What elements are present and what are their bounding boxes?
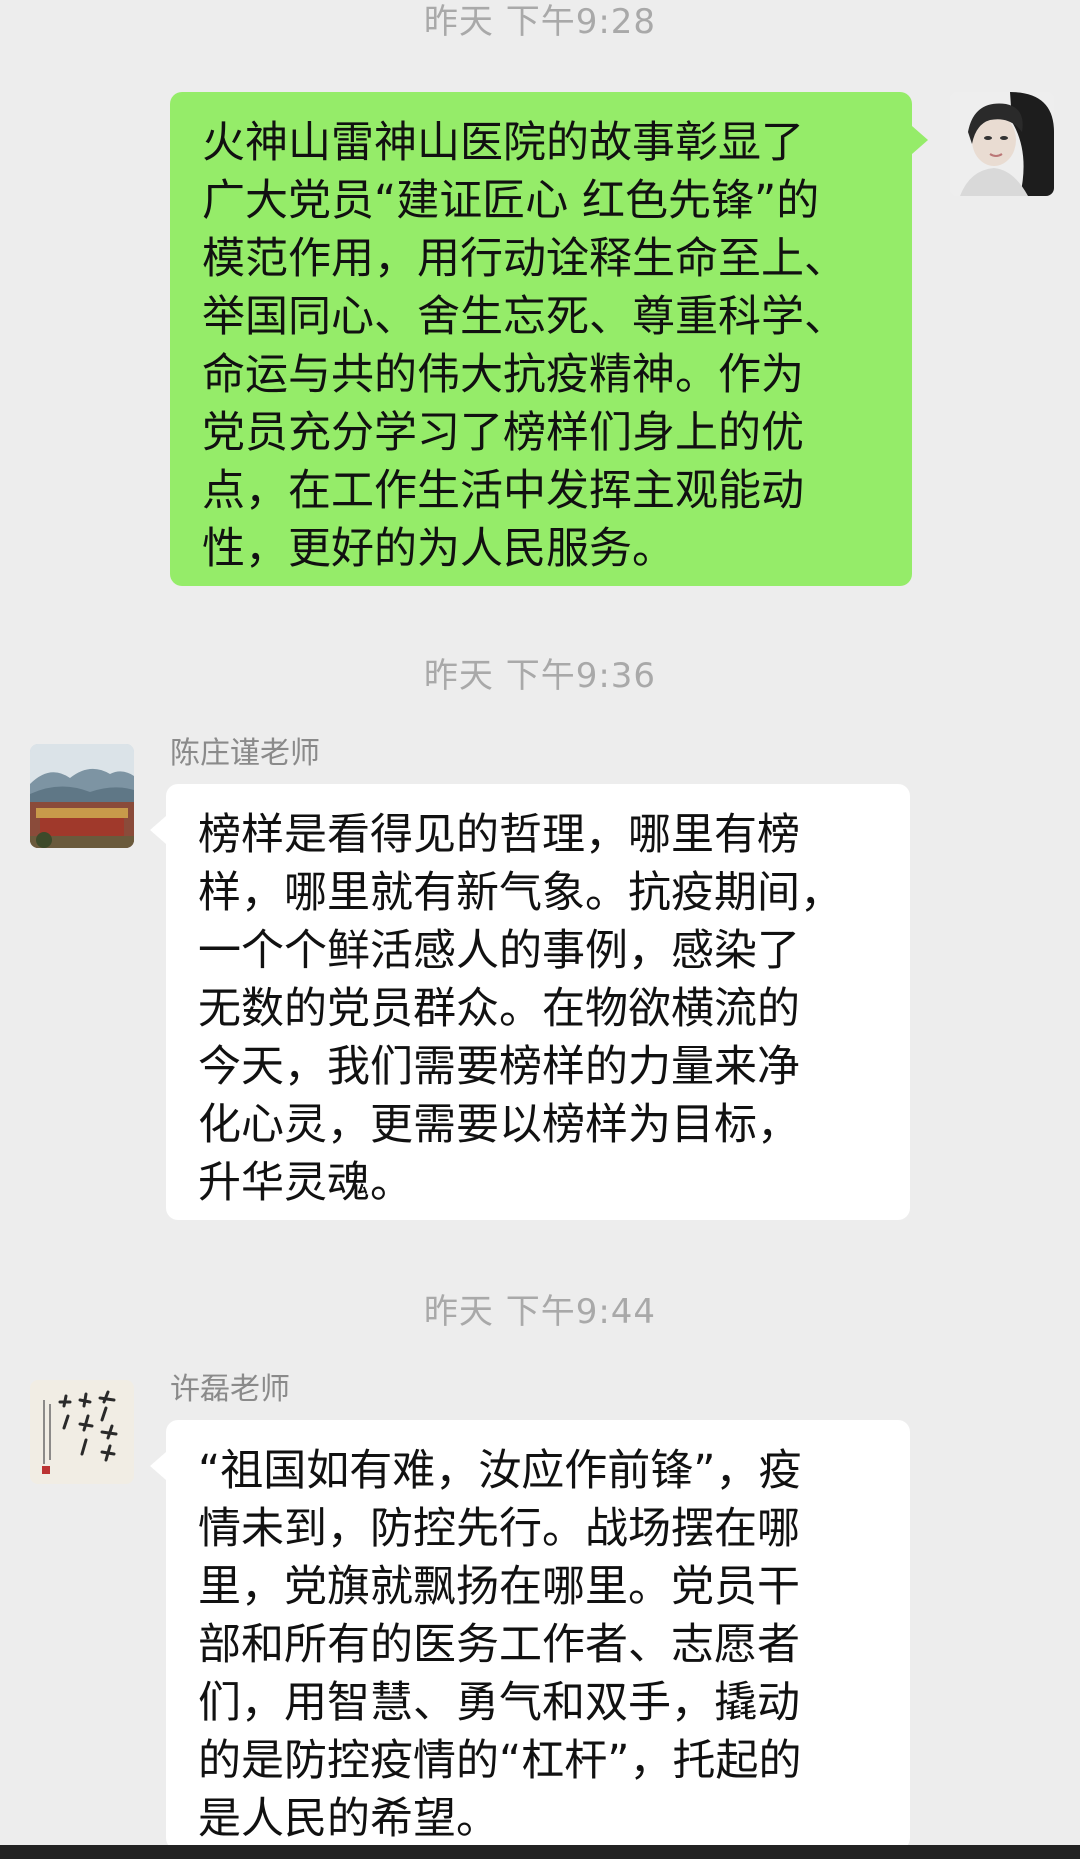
sender-avatar[interactable] bbox=[30, 744, 134, 848]
message-bubble-outgoing[interactable]: 火神山雷神山医院的故事彰显了 广大党员“建证匠心 红色先锋”的 模范作用，用行动… bbox=[170, 92, 912, 586]
palace-landscape-avatar-icon bbox=[30, 744, 134, 848]
bottom-edge bbox=[0, 1845, 1080, 1859]
self-avatar-photo-icon bbox=[950, 92, 1054, 196]
self-avatar[interactable] bbox=[950, 92, 1054, 196]
timestamp: 昨天 下午9:36 bbox=[423, 656, 657, 696]
bubble-tail bbox=[912, 126, 928, 154]
message-bubble-incoming[interactable]: 榜样是看得见的哲理，哪里有榜 样，哪里就有新气象。抗疫期间， 一个个鲜活感人的事… bbox=[166, 784, 910, 1220]
sender-avatar[interactable] bbox=[30, 1380, 134, 1484]
sender-name: 许磊老师 bbox=[170, 1372, 290, 1407]
calligraphy-avatar-icon bbox=[30, 1380, 134, 1484]
chat-area[interactable]: 昨天 下午9:28 火神山雷神山医院的故事彰显了 广大党员“建证匠心 红色先锋”… bbox=[0, 0, 1080, 1859]
bubble-tail bbox=[150, 816, 166, 844]
message-bubble-incoming[interactable]: “祖国如有难，汝应作前锋”，疫 情未到，防控先行。战场摆在哪 里，党旗就飘扬在哪… bbox=[166, 1420, 910, 1850]
timestamp: 昨天 下午9:44 bbox=[423, 1292, 657, 1332]
bubble-tail bbox=[150, 1452, 166, 1480]
timestamp: 昨天 下午9:28 bbox=[423, 2, 657, 42]
sender-name: 陈庄谨老师 bbox=[170, 736, 320, 771]
